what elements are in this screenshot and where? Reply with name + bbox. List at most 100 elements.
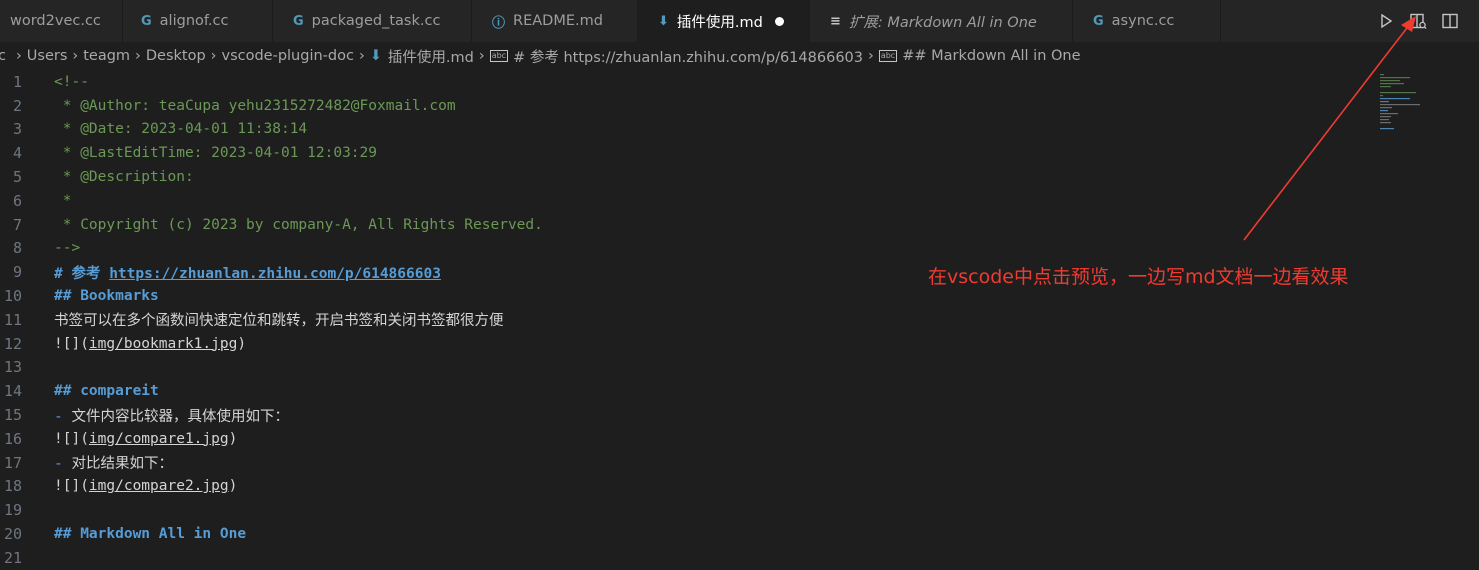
line-number: 2	[12, 96, 22, 115]
chevron-right-icon: c	[0, 48, 6, 64]
tab-packaged-task[interactable]: G packaged_task.cc	[273, 0, 472, 42]
line-content: - 文件内容比较器，具体使用如下：	[54, 405, 289, 426]
line-number: 9	[12, 263, 22, 282]
code-line[interactable]: 6 *	[0, 189, 1370, 213]
line-number: 21	[3, 548, 22, 567]
line-number: 8	[12, 239, 22, 258]
code-line[interactable]: 21	[0, 546, 1370, 570]
breadcrumb-users[interactable]: Users	[27, 48, 68, 64]
line-number: 19	[3, 501, 22, 520]
code-line[interactable]: 20 ## Markdown All in One	[0, 522, 1370, 546]
chevron-right-icon: ›	[72, 48, 79, 64]
chevron-right-icon: ›	[868, 48, 874, 64]
breadcrumb: c › Users › teagm › Desktop › vscode-plu…	[0, 42, 1479, 70]
line-content: - 对比结果如下：	[54, 452, 173, 473]
code-editor[interactable]: 1 <!-- 2 * @Author: teaCupa yehu2315272482…	[0, 70, 1479, 567]
code-line[interactable]: 13	[0, 356, 1370, 380]
code-line[interactable]: 11 书签可以在多个函数间快速定位和跳转，开启书签和关闭书签都很方便	[0, 308, 1370, 332]
code-token: 书签可以在多个函数间快速定位和跳转，开启书签和关闭书签都很方便	[54, 313, 504, 330]
breadcrumb-desktop[interactable]: Desktop	[146, 48, 206, 64]
tab-alignof[interactable]: G alignof.cc	[123, 0, 273, 42]
cpp-file-icon: G	[293, 13, 304, 29]
code-line[interactable]: 17 - 对比结果如下：	[0, 451, 1370, 475]
chevron-right-icon: ›	[358, 48, 365, 64]
tab-label: word2vec.cc	[10, 13, 101, 29]
code-line[interactable]: 12 ![](img/bookmark1.jpg)	[0, 332, 1370, 356]
line-content: <!--	[54, 74, 89, 90]
code-line[interactable]: 14 ## compareit	[0, 379, 1370, 403]
minimap[interactable]	[1380, 72, 1450, 132]
tab-plugin-usage-md[interactable]: ⬇ 插件使用.md	[638, 0, 810, 42]
line-content: *	[54, 193, 72, 209]
code-line[interactable]: 4 * @LastEditTime: 2023-04-01 12:03:29	[0, 141, 1370, 165]
breadcrumb-file[interactable]: ⬇ 插件使用.md	[370, 46, 474, 67]
code-token: -->	[54, 240, 81, 257]
annotation-note: 在vscode中点击预览，一边写md文档一边看效果	[928, 266, 1349, 288]
code-token: img/compare1.jpg	[88, 430, 229, 447]
cpp-file-icon: G	[141, 13, 152, 29]
chevron-right-icon: ›	[478, 48, 485, 64]
breadcrumb-heading-label: ## Markdown All in One	[902, 48, 1081, 64]
markdown-file-icon: ⬇	[369, 48, 382, 64]
unsaved-dot-icon[interactable]	[774, 16, 784, 26]
code-line[interactable]: 2 * @Author: teaCupa yehu2315272482@Foxm…	[0, 94, 1370, 118]
line-content: * @Date: 2023-04-01 11:38:14	[54, 121, 307, 137]
tab-readme[interactable]: ⓘ README.md	[472, 0, 638, 42]
code-line[interactable]: 18 ![](img/compare2.jpg)	[0, 475, 1370, 499]
line-number: 5	[12, 168, 22, 187]
code-token: * @Author: teaCupa yehu2315272482@Foxmai…	[54, 97, 456, 114]
code-token: ![](	[54, 430, 89, 447]
code-line[interactable]: 8 -->	[0, 237, 1370, 261]
cpp-file-icon: G	[1093, 13, 1104, 29]
line-content: 书签可以在多个函数间快速定位和跳转，开启书签和关闭书签都很方便	[54, 309, 504, 330]
code-token: img/compare2.jpg	[88, 478, 229, 495]
code-line[interactable]: 7 * Copyright (c) 2023 by company-A, All…	[0, 213, 1370, 237]
line-number: 11	[3, 310, 22, 329]
line-number: 10	[3, 287, 22, 306]
code-token: ## compareit	[54, 383, 159, 400]
breadcrumb-heading-1[interactable]: abc # 参考 https://zhuanlan.zhihu.com/p/61…	[489, 46, 863, 67]
line-content: ## Bookmarks	[54, 288, 159, 304]
line-number: 18	[3, 477, 22, 496]
breadcrumb-heading-label: # 参考 https://zhuanlan.zhihu.com/p/614866…	[513, 49, 863, 66]
tab-async[interactable]: G async.cc	[1073, 0, 1221, 42]
code-token: 文件内容比较器，具体使用如下：	[71, 408, 289, 425]
code-line[interactable]: 16 ![](img/compare1.jpg)	[0, 427, 1370, 451]
line-number: 20	[3, 525, 22, 544]
tab-word2vec[interactable]: word2vec.cc	[0, 0, 123, 42]
line-number: 4	[12, 144, 22, 163]
line-content: ![](img/compare1.jpg)	[54, 431, 237, 447]
open-preview-to-side-icon[interactable]	[1405, 8, 1431, 34]
line-number: 15	[3, 406, 22, 425]
breadcrumb-vscode-plugin-doc[interactable]: vscode-plugin-doc	[221, 48, 353, 64]
code-line[interactable]: 3 * @Date: 2023-04-01 11:38:14	[0, 118, 1370, 142]
run-icon[interactable]	[1373, 8, 1399, 34]
split-editor-icon[interactable]	[1437, 8, 1463, 34]
tab-label: 插件使用.md	[676, 14, 763, 31]
tab-bar: word2vec.cc G alignof.cc G packaged_task…	[0, 0, 1479, 42]
code-line[interactable]: 19	[0, 498, 1370, 522]
code-token: )	[228, 478, 238, 495]
editor-actions	[1373, 0, 1479, 42]
line-number: 3	[12, 120, 22, 139]
line-content: # 参考 https://zhuanlan.zhihu.com/p/614866…	[54, 262, 441, 283]
line-content: ## Markdown All in One	[54, 526, 246, 542]
code-token: img/bookmark1.jpg	[88, 335, 238, 352]
info-icon: ⓘ	[492, 15, 506, 31]
code-line[interactable]: 5 * @Description:	[0, 165, 1370, 189]
code-line[interactable]: 15 - 文件内容比较器，具体使用如下：	[0, 403, 1370, 427]
breadcrumb-heading-2[interactable]: abc ## Markdown All in One	[878, 48, 1081, 64]
code-token: * Copyright (c) 2023 by company-A, All R…	[54, 216, 543, 233]
tab-extension-markdown-all-in-one[interactable]: ≡ 扩展: Markdown All in One	[810, 0, 1073, 42]
code-token: ## Bookmarks	[54, 288, 159, 305]
tab-label: async.cc	[1111, 13, 1175, 29]
code-line[interactable]: 1 <!--	[0, 70, 1370, 94]
line-number: 13	[3, 358, 22, 377]
line-number: 16	[3, 429, 22, 448]
line-content: * @LastEditTime: 2023-04-01 12:03:29	[54, 145, 377, 161]
string-symbol-icon: abc	[489, 50, 509, 62]
breadcrumb-teagm[interactable]: teagm	[83, 48, 130, 64]
line-content: ## compareit	[54, 383, 159, 399]
code-token: <!--	[54, 73, 89, 90]
line-number: 12	[3, 334, 22, 353]
